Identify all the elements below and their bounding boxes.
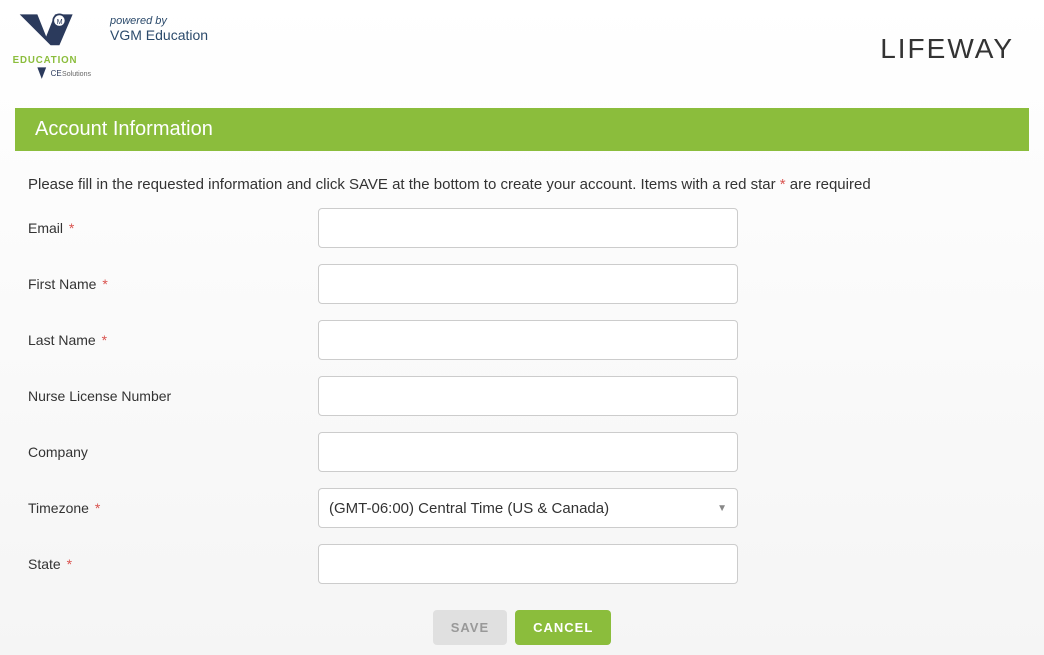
form-row-last-name: Last Name * <box>28 320 1016 360</box>
company-label: Company <box>28 444 318 460</box>
form-row-first-name: First Name * <box>28 264 1016 304</box>
first-name-label: First Name * <box>28 276 318 292</box>
save-button[interactable]: SAVE <box>433 610 507 645</box>
form-row-state: State * <box>28 544 1016 584</box>
svg-text:M: M <box>57 19 63 26</box>
nurse-license-field[interactable] <box>318 376 738 416</box>
svg-text:EDUCATION: EDUCATION <box>13 55 78 66</box>
instructions-text-after: are required <box>786 176 871 193</box>
required-star: * <box>102 332 107 348</box>
svg-text:CE: CE <box>51 69 62 78</box>
company-field[interactable] <box>318 432 738 472</box>
email-label: Email * <box>28 220 318 236</box>
required-star: * <box>69 220 74 236</box>
timezone-select[interactable]: (GMT-06:00) Central Time (US & Canada) ▼ <box>318 488 738 528</box>
cancel-button[interactable]: CANCEL <box>515 610 611 645</box>
page-header: M EDUCATION CE Solutions powered by VGM … <box>0 0 1044 108</box>
email-field[interactable] <box>318 208 738 248</box>
logo-area: M EDUCATION CE Solutions powered by VGM … <box>10 10 208 88</box>
instructions-text-before: Please fill in the requested information… <box>28 176 780 193</box>
state-label: State * <box>28 556 318 572</box>
powered-by-label: powered by <box>110 15 208 27</box>
timezone-value: (GMT-06:00) Central Time (US & Canada) <box>329 500 609 517</box>
vgm-logo: M EDUCATION CE Solutions <box>10 10 100 88</box>
section-title: Account Information <box>15 108 1029 151</box>
state-field[interactable] <box>318 544 738 584</box>
form-instructions: Please fill in the requested information… <box>0 151 1044 208</box>
first-name-field[interactable] <box>318 264 738 304</box>
button-row: SAVE CANCEL <box>28 600 1016 655</box>
nurse-license-label: Nurse License Number <box>28 388 318 404</box>
powered-by-block: powered by VGM Education <box>110 15 208 43</box>
form-area: Email * First Name * Last Name * Nurse L… <box>0 208 1044 655</box>
svg-text:Solutions: Solutions <box>62 71 91 78</box>
chevron-down-icon: ▼ <box>717 503 727 514</box>
required-star: * <box>95 500 100 516</box>
last-name-label: Last Name * <box>28 332 318 348</box>
powered-by-name: VGM Education <box>110 27 208 43</box>
required-star: * <box>102 276 107 292</box>
form-row-email: Email * <box>28 208 1016 248</box>
timezone-label: Timezone * <box>28 500 318 516</box>
brand-name: LIFEWAY <box>880 33 1014 65</box>
last-name-field[interactable] <box>318 320 738 360</box>
form-row-nurse-license: Nurse License Number <box>28 376 1016 416</box>
form-row-timezone: Timezone * (GMT-06:00) Central Time (US … <box>28 488 1016 528</box>
form-row-company: Company <box>28 432 1016 472</box>
required-star: * <box>67 556 72 572</box>
